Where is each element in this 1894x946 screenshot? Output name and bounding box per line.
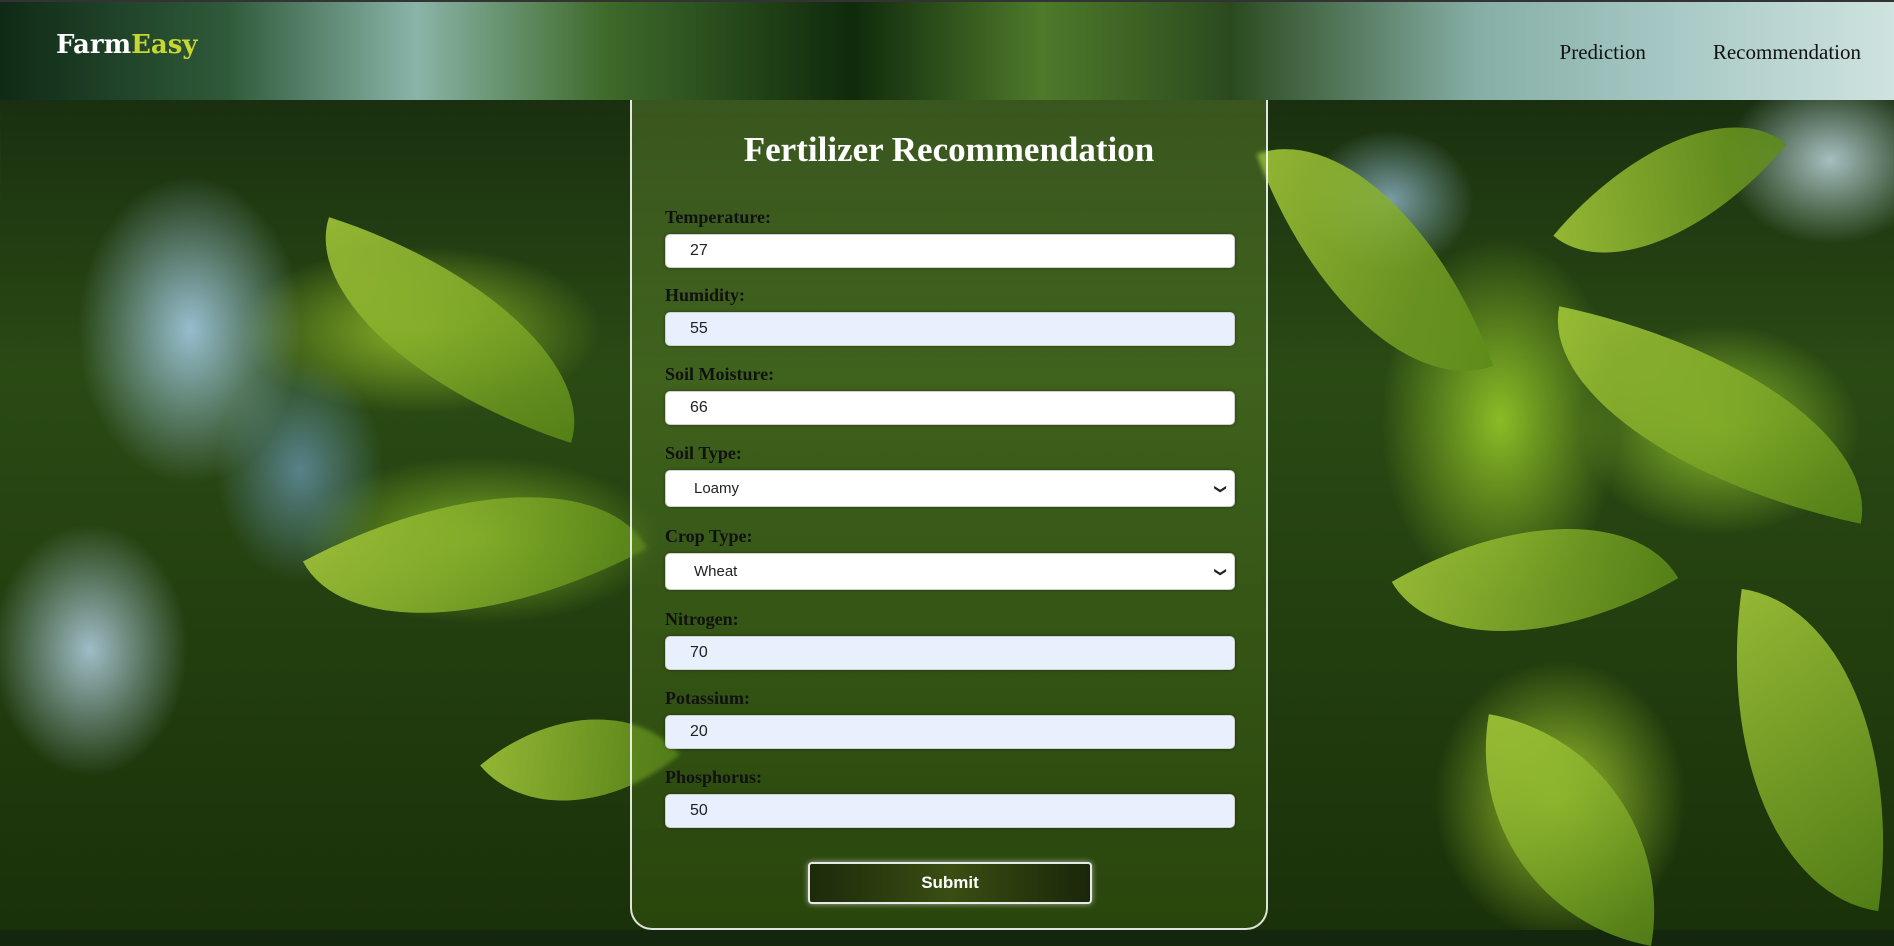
nitrogen-input[interactable]	[665, 636, 1235, 670]
background-leaf	[1391, 456, 1679, 704]
soil-moisture-label: Soil Moisture:	[665, 364, 775, 384]
background-leaf	[285, 217, 615, 443]
site-logo[interactable]: FarmEasy	[56, 30, 198, 60]
humidity-input[interactable]	[665, 312, 1235, 346]
background-leaf	[1454, 714, 1686, 946]
background-leaf	[302, 416, 648, 694]
form-title: Fertilizer Recommendation	[743, 130, 1155, 169]
main-nav: Prediction Recommendation	[1560, 40, 1861, 65]
potassium-field-group: Potassium:	[665, 688, 1235, 749]
potassium-input[interactable]	[665, 715, 1235, 749]
humidity-field-group: Humidity:	[665, 285, 1235, 346]
nitrogen-label: Nitrogen:	[665, 609, 739, 629]
phosphorus-input[interactable]	[665, 794, 1235, 828]
soil-type-field-group: Soil Type: Loamy ❯	[665, 443, 1235, 507]
top-navbar: FarmEasy Prediction Recommendation	[0, 0, 1894, 100]
soil-moisture-field-group: Soil Moisture:	[665, 364, 1235, 425]
temperature-field-group: Temperature:	[665, 207, 1235, 268]
chevron-down-icon: ❯	[1213, 566, 1228, 577]
crop-type-selected-value: Wheat	[694, 563, 738, 580]
soil-type-label: Soil Type:	[665, 443, 742, 463]
crop-type-select[interactable]: Wheat ❯	[665, 553, 1235, 590]
phosphorus-field-group: Phosphorus:	[665, 767, 1235, 828]
crop-type-field-group: Crop Type: Wheat ❯	[665, 526, 1235, 590]
chevron-down-icon: ❯	[1213, 483, 1228, 494]
temperature-input[interactable]	[665, 234, 1235, 268]
recommendation-form-card: Fertilizer Recommendation Temperature: H…	[630, 100, 1268, 930]
background-leaf	[1699, 588, 1894, 912]
potassium-label: Potassium:	[665, 688, 750, 708]
nitrogen-field-group: Nitrogen:	[665, 609, 1235, 670]
soil-moisture-input[interactable]	[665, 391, 1235, 425]
background-leaf	[1553, 67, 1787, 313]
soil-type-select[interactable]: Loamy ❯	[665, 470, 1235, 507]
nav-link-prediction[interactable]: Prediction	[1560, 40, 1646, 65]
nav-link-recommendation[interactable]: Recommendation	[1713, 40, 1861, 65]
background-leaf	[1256, 102, 1494, 418]
temperature-label: Temperature:	[665, 207, 771, 227]
soil-type-selected-value: Loamy	[694, 480, 740, 497]
logo-text-easy: Easy	[131, 30, 198, 60]
background-leaf	[1528, 306, 1892, 524]
humidity-label: Humidity:	[665, 285, 746, 305]
logo-text-farm: Farm	[56, 30, 132, 60]
crop-type-label: Crop Type:	[665, 526, 753, 546]
submit-button[interactable]: Submit	[808, 862, 1092, 904]
phosphorus-label: Phosphorus:	[665, 767, 763, 787]
